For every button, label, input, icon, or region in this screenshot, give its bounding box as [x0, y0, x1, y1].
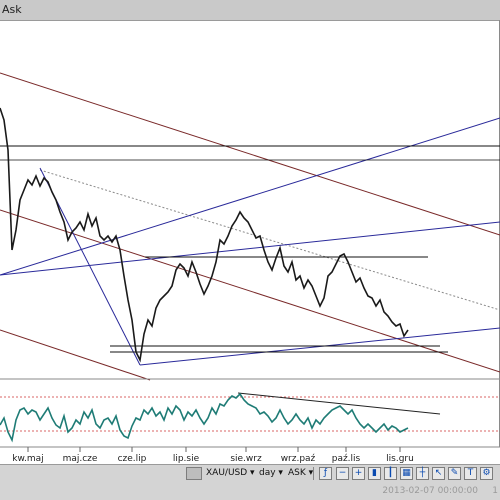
pointer-icon[interactable]: ↖ [432, 467, 445, 480]
status-datetime: 2013-02-07 00:00:00 [382, 486, 478, 496]
crosshair-icon[interactable]: ┼ [416, 467, 429, 480]
instrument-selector[interactable]: XAU/USD ▾ [206, 467, 255, 480]
channel-line-lower[interactable] [0, 329, 151, 381]
side-selector[interactable]: ASK ▾ [288, 467, 313, 480]
channel-line-upper[interactable] [0, 72, 500, 236]
x-axis: kw.maj maj.cze cze.lip lip.sie sie.wrz wrz.pa… [0, 446, 500, 464]
settings-icon[interactable]: ⚙ [480, 467, 493, 480]
x-tick-label: sie.wrz [230, 454, 262, 464]
bar-chart-icon[interactable]: ▮ [368, 467, 381, 480]
zoom-in-icon[interactable]: + [352, 467, 365, 480]
indicator-panel [0, 378, 500, 443]
x-tick-label: maj.cze [63, 454, 98, 464]
x-tick-label: cze.lip [118, 454, 147, 464]
chart-window: Ask kw.maj maj.cze cze.lip lip.sie sie.w… [0, 0, 500, 500]
chart-toolbar: XAU/USD ▾ day ▾ ASK ▾ ƒ − + ▮ ┃ ▦ ┼ ↖ ✎ … [0, 464, 500, 484]
blue-trend-line-1[interactable] [0, 117, 500, 276]
x-tick-label: paź.lis [332, 454, 361, 464]
chart-scroll-handle[interactable] [186, 467, 202, 480]
x-tick-label: wrz.paź [281, 454, 316, 464]
x-tick-label: kw.maj [12, 454, 43, 464]
text-tool-icon[interactable]: T [464, 467, 477, 480]
candle-chart-icon[interactable]: ┃ [384, 467, 397, 480]
period-selector[interactable]: day ▾ [259, 467, 283, 480]
chart-canvas[interactable]: kw.maj maj.cze cze.lip lip.sie sie.wrz wrz.pa… [0, 0, 500, 500]
main-price-panel [0, 72, 500, 381]
draw-tool-icon[interactable]: ✎ [448, 467, 461, 480]
grid-icon[interactable]: ▦ [400, 467, 413, 480]
indicator-trend-line[interactable] [237, 392, 441, 415]
status-extra: 1 [492, 486, 498, 496]
channel-line-middle[interactable] [0, 209, 500, 373]
status-bar: 2013-02-07 00:00:00 1 [0, 483, 500, 500]
dotted-trend-line[interactable] [39, 169, 500, 311]
x-tick-label: lis.gru [386, 454, 414, 464]
indicator-series[interactable] [0, 392, 409, 443]
indicator-icon[interactable]: ƒ [319, 467, 332, 480]
x-tick-label: lip.sie [173, 454, 200, 464]
zoom-out-icon[interactable]: − [336, 467, 349, 480]
